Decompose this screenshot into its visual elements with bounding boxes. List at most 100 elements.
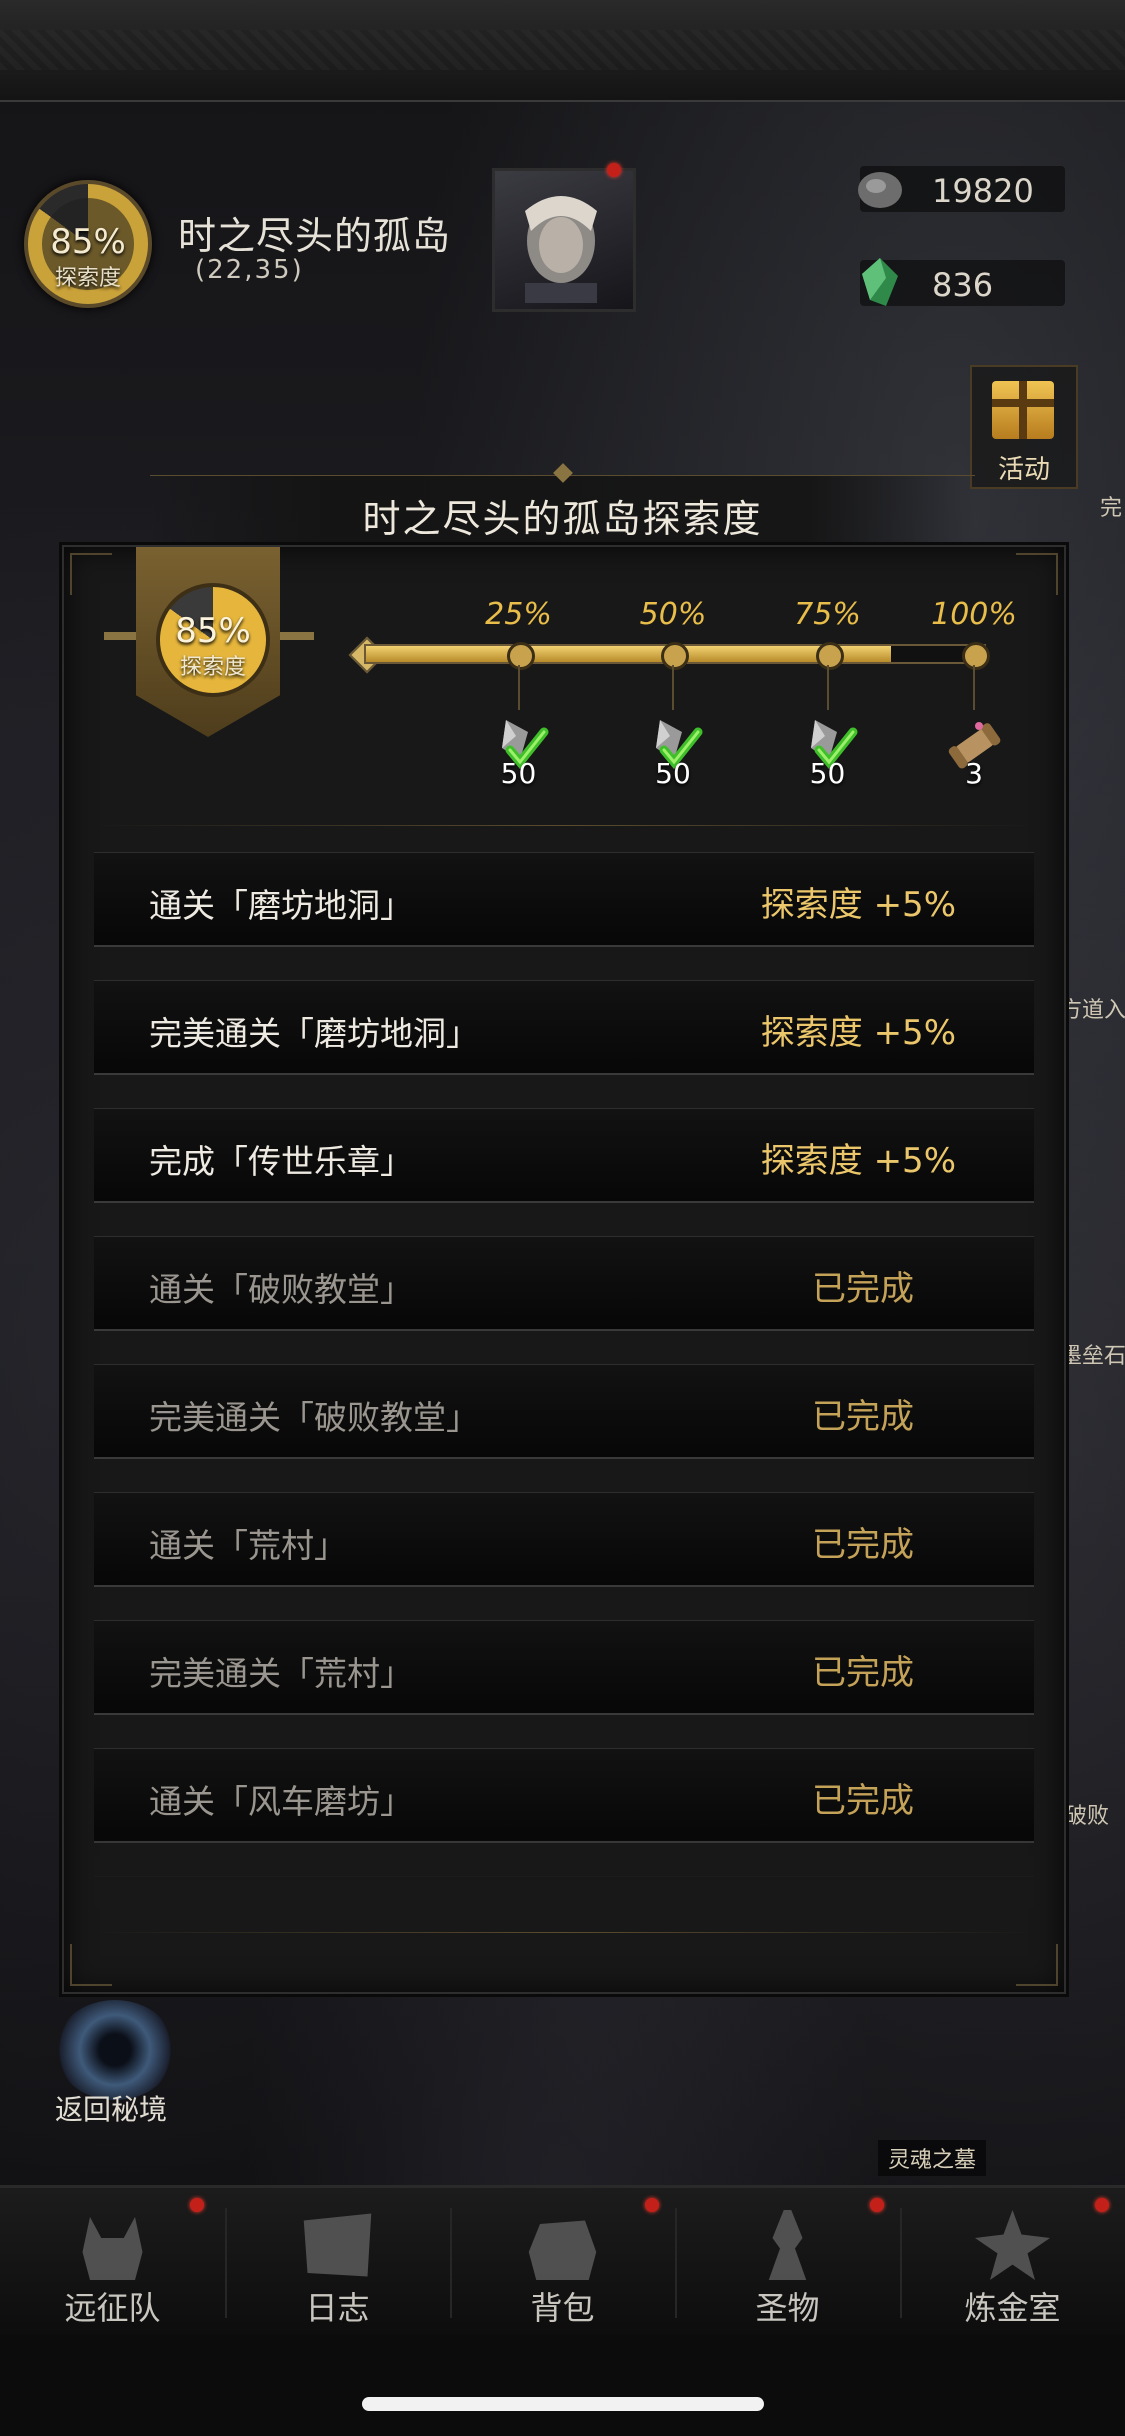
task-name: 通关「磨坊地洞」	[149, 886, 413, 925]
panel-corner	[1016, 553, 1058, 595]
viking-helmet-icon	[82, 2217, 143, 2280]
side-hint-fort: 墨垒石	[1060, 1344, 1125, 1369]
gift-icon	[992, 381, 1054, 439]
nav-notification-dot	[645, 2198, 659, 2212]
task-list[interactable]: 通关「磨坊地洞」 探索度 +5% 完美通关「磨坊地洞」 探索度 +5% 完成「传世乐章」…	[94, 852, 1034, 1902]
nav-separator	[450, 2208, 452, 2318]
panel-bottom-ornament	[92, 1932, 1036, 1933]
task-name: 完美通关「荒村」	[149, 1654, 413, 1693]
backpack-icon	[528, 2220, 597, 2280]
milestone-marker	[962, 642, 990, 670]
reward-count: 50	[655, 757, 691, 790]
nav-item[interactable]: 远征队	[0, 2188, 225, 2338]
relic-icon	[768, 2210, 807, 2280]
side-hint-entrance: 方道入口	[1060, 998, 1125, 1023]
nav-label: 远征队	[64, 2289, 161, 2327]
panel-corner	[1016, 1944, 1058, 1986]
task-name: 完美通关「破败教堂」	[149, 1398, 479, 1437]
task-row[interactable]: 完成「传世乐章」 探索度 +5%	[94, 1108, 1034, 1203]
nav-notification-dot	[870, 2198, 884, 2212]
top-frame	[0, 0, 1125, 102]
panel-title: 时之尽头的孤岛探索度	[362, 497, 763, 541]
hero-portrait[interactable]	[492, 168, 636, 312]
milestone-label: 50%	[639, 597, 707, 632]
nav-separator	[675, 2208, 677, 2318]
nav-item[interactable]: 日志	[225, 2188, 450, 2338]
activity-label: 活动	[997, 455, 1050, 485]
task-row[interactable]: 通关「破败教堂」 已完成	[94, 1236, 1034, 1331]
return-portal-icon[interactable]	[55, 2000, 175, 2100]
exploration-percent: 85%	[50, 222, 126, 262]
resource-stone[interactable]: 19820	[858, 166, 1065, 212]
exploration-ring: 85% 探索度	[156, 583, 270, 697]
panel-exploration-percent: 85%	[175, 611, 251, 651]
milestone-marker	[661, 642, 689, 670]
task-row[interactable]: 通关「磨坊地洞」 探索度 +5%	[94, 852, 1034, 947]
stone-count: 19820	[932, 172, 1034, 210]
task-row[interactable]: 完美通关「磨坊地洞」 探索度 +5%	[94, 980, 1034, 1075]
soul-tomb-label[interactable]: 灵魂之墓	[878, 2140, 987, 2176]
journal-icon	[303, 2213, 372, 2277]
exploration-badge[interactable]: 85% 探索度	[24, 180, 152, 308]
return-portal-label[interactable]: 返回秘境	[55, 2088, 167, 2128]
task-row[interactable]: 完美通关「荒村」 已完成	[94, 1620, 1034, 1715]
side-hint-right-top: 完	[1100, 496, 1123, 521]
task-name: 完美通关「磨坊地洞」	[149, 1014, 479, 1053]
task-row[interactable]: 完美通关「破败教堂」 已完成	[94, 1364, 1034, 1459]
milestone-connector	[672, 665, 674, 710]
milestone-label: 100%	[931, 597, 1017, 632]
task-row[interactable]: 通关「荒村」 已完成	[94, 1492, 1034, 1587]
activity-button[interactable]: 活动	[970, 365, 1078, 489]
panel-separator	[92, 825, 1036, 826]
task-completed-status: 已完成	[812, 1525, 914, 1565]
green-crystal-icon	[862, 258, 898, 306]
task-completed-status: 已完成	[812, 1653, 914, 1693]
task-reward: 探索度 +5%	[760, 885, 956, 925]
nav-notification-dot	[190, 2198, 204, 2212]
nav-label: 圣物	[755, 2289, 820, 2327]
exploration-panel: 85% 探索度 25% 50 50% 50 75% 50 100% 3 通关「磨坊地洞」 探索度…	[62, 545, 1066, 1994]
reward-count: 50	[809, 757, 846, 790]
task-name: 通关「破败教堂」	[149, 1270, 413, 1309]
stone-icon	[858, 172, 902, 208]
resource-crystal[interactable]: 836	[860, 258, 1065, 306]
task-completed-status: 已完成	[812, 1781, 914, 1821]
hero-avatar-icon	[525, 196, 597, 303]
nav-label: 日志	[305, 2289, 370, 2327]
nav-item[interactable]: 炼金室	[900, 2188, 1125, 2338]
nav-item[interactable]: 圣物	[675, 2188, 900, 2338]
banner-spike-right	[274, 632, 314, 640]
task-reward: 探索度 +5%	[760, 1141, 956, 1181]
reward-count: 50	[500, 757, 537, 790]
milestone-connector	[517, 665, 520, 710]
panel-title-bar: 时之尽头的孤岛探索度	[150, 475, 975, 546]
nav-notification-dot	[1095, 2198, 1109, 2212]
task-reward: 探索度 +5%	[760, 1013, 956, 1053]
task-name: 通关「风车磨坊」	[149, 1782, 413, 1821]
nav-item[interactable]: 背包	[450, 2188, 675, 2338]
milestone-connector	[973, 665, 975, 710]
nav-label: 背包	[530, 2289, 595, 2327]
task-row[interactable]: 通关「风车磨坊」 已完成	[94, 1748, 1034, 1843]
panel-corner	[70, 1944, 112, 1986]
milestone-label: 25%	[485, 597, 552, 632]
bottom-nav: 远征队 日志 背包 圣物 炼金室	[0, 2185, 1125, 2338]
task-name: 完成「传世乐章」	[149, 1142, 413, 1181]
exploration-progress-fill	[366, 646, 892, 662]
panel-exploration-label: 探索度	[179, 655, 246, 680]
portrait-notification-dot	[607, 163, 621, 177]
task-name: 通关「荒村」	[149, 1526, 347, 1565]
task-completed-status: 已完成	[812, 1397, 914, 1437]
island-coords: (22,35)	[195, 255, 304, 285]
panel-corner	[70, 553, 112, 595]
home-indicator[interactable]	[362, 2397, 764, 2411]
milestone-marker	[815, 642, 844, 670]
crystal-count: 836	[932, 266, 994, 304]
alchemy-icon	[975, 2210, 1050, 2280]
side-hint-ruin: 破败	[1065, 1804, 1110, 1829]
nav-separator	[900, 2208, 902, 2318]
island-name: 时之尽头的孤岛	[178, 214, 452, 258]
list-fade	[94, 1837, 1034, 1907]
exploration-label: 探索度	[54, 266, 121, 291]
milestone-marker	[506, 642, 535, 670]
